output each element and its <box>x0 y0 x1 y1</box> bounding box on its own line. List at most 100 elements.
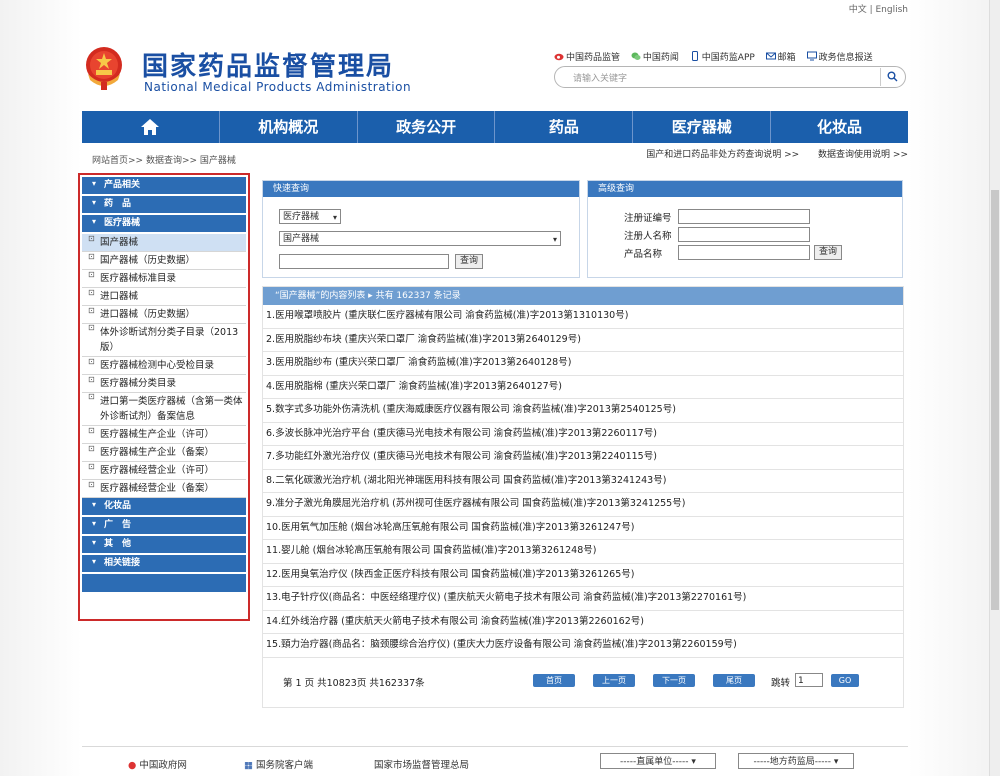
category-label: 其 他 <box>104 539 132 549</box>
item-label: 进口器械（历史数据） <box>100 309 196 320</box>
weibo-icon <box>554 53 564 61</box>
nav-drugs[interactable]: 药品 <box>495 111 634 143</box>
national-emblem-logo[interactable] <box>82 44 126 92</box>
list-item[interactable]: 15.頸力治疗器(商品名：脑颈腰综合治疗仪) (重庆大力医疗设备有限公司 渝食药… <box>263 634 903 658</box>
page-container: 中文 | English 国家药品监督管理局 National Medical … <box>78 0 909 777</box>
list-item[interactable]: 8.二氧化碳激光治疗机 (湖北阳光神瑞医用科技有限公司 国食药监械(准)字201… <box>263 470 903 493</box>
sidebar-category-links[interactable]: ▾ 相关链接 <box>82 555 246 574</box>
keyword-input[interactable] <box>279 254 449 269</box>
last-page-button[interactable]: 尾页 <box>713 674 755 687</box>
list-item[interactable]: 13.电子针疗仪(商品名：中医经络理疗仪) (重庆航天火箭电子技术有限公司 渝食… <box>263 587 903 611</box>
sidebar-item-imported-history[interactable]: ⊡ 进口器械（历史数据） <box>82 306 246 324</box>
list-item[interactable]: 9.准分子激光角膜屈光治疗机 (苏州视可佳医疗器械有限公司 国食药监械(准)字2… <box>263 493 903 517</box>
sidebar-item-standard-catalog[interactable]: ⊡ 医疗器械标准目录 <box>82 270 246 288</box>
help-links: 国产和进口药品非处方药查询说明 >> 数据查询使用说明 >> <box>630 147 908 160</box>
nav-home[interactable] <box>82 111 220 143</box>
list-item[interactable]: 6.多波长脉冲光治疗平台 (重庆德马光电技术有限公司 渝食药监械(准)字2013… <box>263 423 903 446</box>
wechat-link[interactable]: 中国药闻 <box>631 50 679 63</box>
list-item[interactable]: 12.医用臭氧治疗仪 (陕西金正医疗科技有限公司 国食药监械(准)字2013第3… <box>263 564 903 587</box>
list-item[interactable]: 3.医用脱脂纱布 (重庆兴荣口罩厂 渝食药监械(准)字2013第2640128号… <box>263 352 903 376</box>
local-bureaus-select[interactable]: -----地方药监局----- ▾ <box>738 753 854 769</box>
state-council-client-link[interactable]: ▦ 国务院客户端 <box>244 757 313 771</box>
list-item[interactable]: 7.多功能红外激光治疗仪 (重庆德马光电技术有限公司 渝食药监械(准)字2013… <box>263 446 903 470</box>
category-label: 医疗器械 <box>104 218 141 228</box>
product-name-input[interactable] <box>678 245 810 260</box>
list-item[interactable]: 4.医用脱脂棉 (重庆兴荣口罩厂 渝食药监械(准)字2013第2640127号) <box>263 376 903 399</box>
sidebar: ▾ 产品相关 ▾ 药 品 ▾ 医疗器械 ⊡ 国产器械 ⊡ 国产器械（历史数据） ⊡ 医疗器械… <box>78 173 250 621</box>
list-item[interactable]: 11.婴儿舱 (烟台冰轮高压氧舱有限公司 国食药监械(准)字2013第32612… <box>263 540 903 564</box>
list-item[interactable]: 1.医用喉罩喷胶片 (重庆联仁医疗器械有限公司 渝食药监械(准)字2013第13… <box>263 305 903 329</box>
item-label: 进口器械 <box>100 291 139 302</box>
goto-page-input[interactable]: 1 <box>795 673 823 687</box>
vertical-scrollbar[interactable] <box>989 0 1000 776</box>
scrollbar-thumb[interactable] <box>991 190 999 610</box>
gov-site-link[interactable]: ● 中国政府网 <box>128 757 187 771</box>
info-report-link[interactable]: 政务信息报送 <box>806 50 873 63</box>
lang-english-link[interactable]: English <box>876 5 909 15</box>
results-header: “国产器械”的内容列表 ▸ 共有 162337 条记录 <box>263 287 903 305</box>
next-page-button[interactable]: 下一页 <box>653 674 695 687</box>
sidebar-item-distributor-license[interactable]: ⊡ 医疗器械经营企业（许可） <box>82 462 246 480</box>
app-link[interactable]: 中国药监APP <box>690 50 755 63</box>
lang-chinese-link[interactable]: 中文 <box>849 5 867 15</box>
item-label: 医疗器械经营企业（备案） <box>100 483 215 494</box>
nav-government-affairs[interactable]: 政务公开 <box>358 111 496 143</box>
first-page-button[interactable]: 首页 <box>533 674 575 687</box>
sidebar-item-manufacturer-record[interactable]: ⊡ 医疗器械生产企业（备案） <box>82 444 246 462</box>
category-label: 相关链接 <box>104 558 141 568</box>
list-item[interactable]: 14.红外线治疗器 (重庆航天火箭电子技术有限公司 渝食药监械(准)字2013第… <box>263 611 903 634</box>
sidebar-category-other[interactable]: ▾ 其 他 <box>82 536 246 555</box>
advanced-search-button[interactable]: 查询 <box>814 245 842 260</box>
sidebar-item-test-center[interactable]: ⊡ 医疗器械检测中心受检目录 <box>82 357 246 375</box>
sidebar-item-domestic-history[interactable]: ⊡ 国产器械（历史数据） <box>82 252 246 270</box>
nav-institution[interactable]: 机构概况 <box>220 111 358 143</box>
go-button[interactable]: GO <box>831 674 859 687</box>
sidebar-category-drugs[interactable]: ▾ 药 品 <box>82 196 246 215</box>
item-label: 医疗器械检测中心受检目录 <box>100 360 215 371</box>
list-item[interactable]: 5.数字式多功能外伤清洗机 (重庆海威康医疗仪器有限公司 渝食药监械(准)字20… <box>263 399 903 423</box>
chevron-down-icon: ▾ <box>691 757 696 767</box>
sidebar-category-ads[interactable]: ▾ 广 告 <box>82 517 246 536</box>
site-title-english: National Medical Products Administration <box>144 80 412 94</box>
category-select[interactable]: 医疗器械 ▾ <box>279 209 341 224</box>
wechat-label: 中国药闻 <box>642 53 679 63</box>
otc-query-help-link[interactable]: 国产和进口药品非处方药查询说明 >> <box>646 150 799 160</box>
registrant-name-input[interactable] <box>678 227 810 242</box>
sidebar-item-imported-devices[interactable]: ⊡ 进口器械 <box>82 288 246 306</box>
sidebar-item-distributor-record[interactable]: ⊡ 医疗器械经营企业（备案） <box>82 480 246 498</box>
sidebar-category-products[interactable]: ▾ 产品相关 <box>82 177 246 196</box>
nav-medical-devices[interactable]: 医疗器械 <box>633 111 772 143</box>
state-council-client-label: 国务院客户端 <box>256 760 314 771</box>
gov-site-label: 中国政府网 <box>139 760 187 771</box>
sidebar-item-classification[interactable]: ⊡ 医疗器械分类目录 <box>82 375 246 393</box>
list-item[interactable]: 2.医用脱脂纱布块 (重庆兴荣口罩厂 渝食药监械(准)字2013第2640129… <box>263 329 903 352</box>
sidebar-item-class1-import[interactable]: ⊡ 进口第一类医疗器械（含第一类体外诊断试剂）备案信息 <box>82 392 246 426</box>
prev-page-button[interactable]: 上一页 <box>593 674 635 687</box>
advanced-search-title: 高级查询 <box>588 181 902 197</box>
sidebar-item-domestic-devices[interactable]: ⊡ 国产器械 <box>82 234 246 252</box>
weibo-link[interactable]: 中国药品监管 <box>554 50 620 63</box>
page-margin-left <box>0 0 82 776</box>
sidebar-category-devices[interactable]: ▾ 医疗器械 <box>82 215 246 234</box>
site-search-box[interactable]: 请输入关键字 <box>554 66 906 88</box>
chevron-down-icon: ▾ <box>552 235 557 244</box>
affiliated-units-select[interactable]: -----直属单位----- ▾ <box>600 753 716 769</box>
registrant-name-label: 注册人名称 <box>624 231 672 242</box>
samr-link[interactable]: 国家市场监督管理总局 <box>374 757 469 771</box>
info-report-label: 政务信息报送 <box>818 53 873 63</box>
list-item[interactable]: 10.医用氧气加压舱 (烟台冰轮高压氧舱有限公司 国食药监械(准)字2013第3… <box>263 517 903 540</box>
registration-number-input[interactable] <box>678 209 810 224</box>
item-label: 国产器械 <box>100 237 139 248</box>
data-query-help-link[interactable]: 数据查询使用说明 >> <box>818 150 908 160</box>
sidebar-item-manufacturer-license[interactable]: ⊡ 医疗器械生产企业（许可） <box>82 426 246 444</box>
sidebar-category-cosmetics[interactable]: ▾ 化妆品 <box>82 498 246 517</box>
email-link[interactable]: 邮箱 <box>765 50 796 63</box>
database-select[interactable]: 国产器械 ▾ <box>279 231 561 246</box>
quick-search-button[interactable]: 查询 <box>455 254 483 269</box>
sidebar-item-ivd-catalog[interactable]: ⊡ 体外诊断试剂分类子目录（2013版） <box>82 323 246 357</box>
footer: ● 中国政府网 ▦ 国务院客户端 国家市场监督管理总局 -----直属单位---… <box>82 746 908 777</box>
nav-cosmetics[interactable]: 化妆品 <box>771 111 908 143</box>
search-button[interactable] <box>880 68 903 86</box>
item-label: 进口第一类医疗器械（含第一类体外诊断试剂）备案信息 <box>100 396 243 422</box>
registration-number-label: 注册证编号 <box>624 213 672 224</box>
